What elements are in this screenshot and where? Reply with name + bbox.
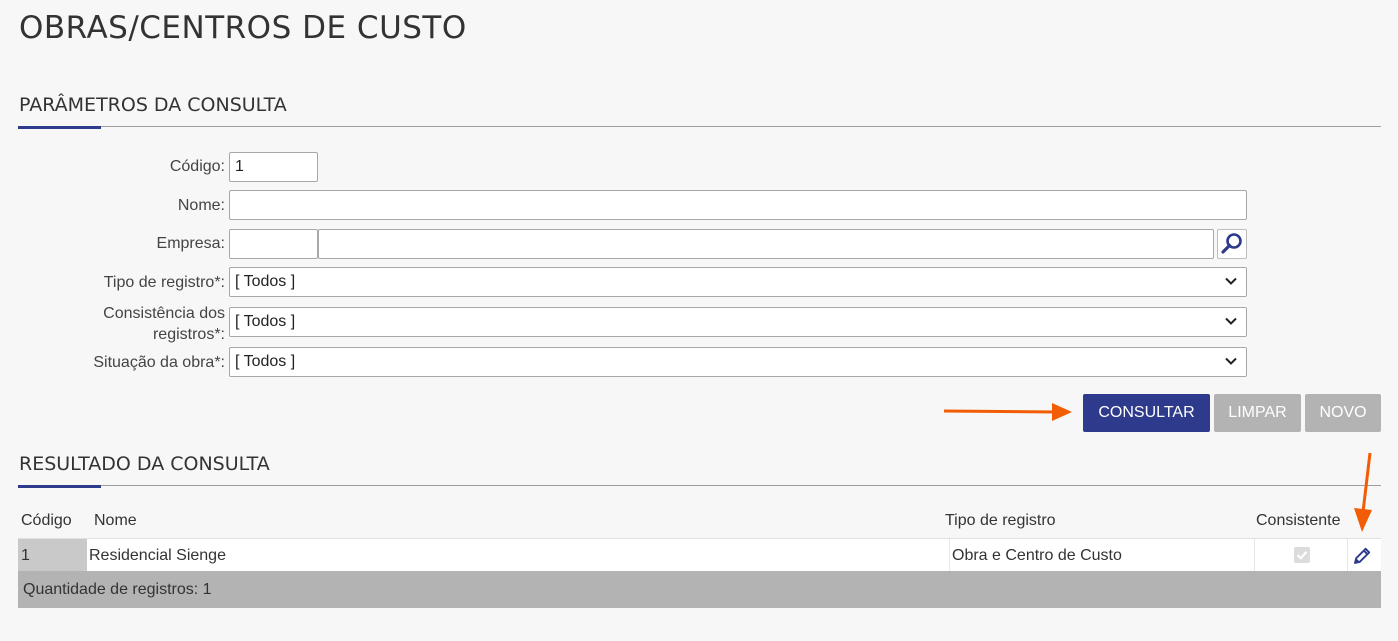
consistencia-label-line2: registros*: [152, 326, 225, 343]
consultar-button[interactable]: CONSULTAR [1083, 394, 1210, 432]
chevron-down-icon [1225, 317, 1237, 325]
params-divider-accent [18, 126, 101, 129]
chevron-down-icon [1225, 357, 1237, 365]
annotation-arrow-icon [1354, 452, 1372, 532]
empresa-code-input[interactable] [229, 229, 318, 259]
tipo-registro-label: Tipo de registro*: [103, 274, 225, 291]
novo-button[interactable]: NOVO [1305, 394, 1381, 432]
situacao-value: [ Todos ] [235, 353, 296, 370]
tipo-registro-value: [ Todos ] [235, 273, 296, 290]
results-section-title: RESULTADO DA CONSULTA [19, 453, 270, 475]
empresa-name-input[interactable] [318, 229, 1214, 259]
column-header-nome[interactable]: Nome [94, 512, 137, 530]
page-title: OBRAS/CENTROS DE CUSTO [19, 10, 467, 46]
nome-label: Nome: [177, 197, 225, 214]
cell-nome: Residencial Sienge [89, 547, 226, 564]
params-divider [18, 126, 1381, 127]
table-row[interactable]: 1 Residencial Sienge Obra e Centro de Cu… [18, 538, 1381, 572]
results-divider [18, 485, 1381, 486]
limpar-button[interactable]: LIMPAR [1214, 394, 1301, 432]
column-header-tipo[interactable]: Tipo de registro [945, 512, 1056, 530]
results-footer: Quantidade de registros: 1 [18, 571, 1381, 608]
edit-button[interactable] [1351, 545, 1373, 567]
consistencia-label-line1: Consistência dos [103, 305, 225, 322]
cell-codigo: 1 [18, 539, 87, 572]
empresa-label: Empresa: [156, 235, 225, 252]
cell-divider [1254, 539, 1255, 572]
consistencia-select[interactable]: [ Todos ] [229, 307, 1247, 337]
codigo-input[interactable] [229, 152, 318, 182]
cell-tipo: Obra e Centro de Custo [952, 547, 1122, 564]
consistencia-label: Consistência dos registros*: [17, 303, 225, 345]
cell-divider [1347, 539, 1348, 572]
cell-divider [949, 539, 950, 572]
annotation-arrow-icon [943, 403, 1072, 421]
consistente-checkbox [1294, 547, 1310, 563]
check-icon [1296, 551, 1308, 560]
tipo-registro-select[interactable]: [ Todos ] [229, 267, 1247, 297]
record-count: Quantidade de registros: 1 [23, 581, 212, 598]
consistencia-value: [ Todos ] [235, 313, 296, 330]
column-header-consistente[interactable]: Consistente [1256, 512, 1341, 530]
nome-input[interactable] [229, 190, 1247, 220]
codigo-label: Código: [169, 158, 225, 175]
pencil-icon [1354, 547, 1371, 564]
chevron-down-icon [1225, 277, 1237, 285]
situacao-select[interactable]: [ Todos ] [229, 347, 1247, 377]
params-section-title: PARÂMETROS DA CONSULTA [19, 94, 287, 116]
situacao-label: Situação da obra*: [93, 354, 225, 371]
results-divider-accent [18, 485, 101, 488]
empresa-search-button[interactable] [1217, 229, 1247, 259]
magnifier-icon [1221, 233, 1242, 254]
column-header-codigo[interactable]: Código [21, 512, 72, 530]
